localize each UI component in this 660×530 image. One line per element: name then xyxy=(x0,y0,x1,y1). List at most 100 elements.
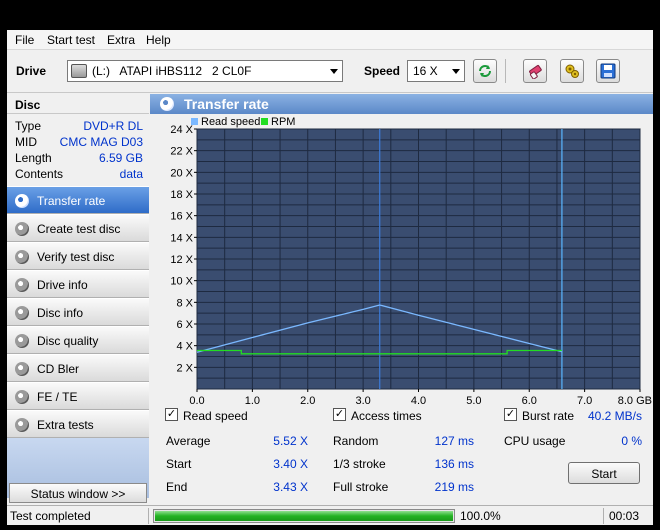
nav-fe-te[interactable]: FE / TE xyxy=(7,382,149,410)
read-speed-checkbox[interactable]: ✓ xyxy=(165,408,178,421)
menu-help[interactable]: Help xyxy=(146,33,171,47)
read-speed-label: Read speed xyxy=(183,409,248,423)
y-tick-label: 2 X xyxy=(176,362,193,374)
disc-info-row: Type DVD+R DL xyxy=(15,119,143,135)
menu-extra[interactable]: Extra xyxy=(107,33,135,47)
eraser-icon xyxy=(529,64,542,79)
burst-rate-label: Burst rate xyxy=(522,409,575,423)
burst-rate-value: 40.2 MB/s xyxy=(587,409,642,423)
y-tick-label: 22 X xyxy=(170,146,193,158)
disc-icon xyxy=(160,97,174,111)
nav-drive-info[interactable]: Drive info xyxy=(7,270,149,298)
disc-icon xyxy=(15,390,29,404)
speed-select[interactable]: 16 X xyxy=(407,60,465,82)
drive-select[interactable]: (L:) ATAPI iHBS112 2 CL0F xyxy=(67,60,343,82)
y-tick-label: 12 X xyxy=(170,254,193,266)
nav-disc-info[interactable]: Disc info xyxy=(7,298,149,326)
drive-icon xyxy=(71,64,87,78)
nav-label: Disc info xyxy=(37,306,84,320)
y-tick-label: 16 X xyxy=(170,211,193,223)
nav-disc-quality[interactable]: Disc quality xyxy=(7,326,149,354)
menu-bar: File Start test Extra Help xyxy=(7,30,653,50)
disc-info-key: Contents xyxy=(15,167,64,181)
y-tick-label: 6 X xyxy=(176,319,193,331)
refresh-icon xyxy=(479,65,491,77)
full-stroke-label: Full stroke xyxy=(333,480,389,494)
one-third-stroke-label: 1/3 stroke xyxy=(333,457,386,471)
y-tick-label: 4 X xyxy=(176,341,193,353)
y-tick-label: 20 X xyxy=(170,167,193,179)
disc-header: Disc xyxy=(7,94,149,114)
disc-icon xyxy=(15,418,29,432)
transfer-rate-panel: Transfer rate Read speed RPM 2 X4 X6 X8 … xyxy=(150,94,653,505)
x-tick-label: 7.0 xyxy=(577,395,592,404)
sidebar: Disc Type DVD+R DL MID CMC MAG D03 Lengt… xyxy=(7,94,149,505)
menu-start-test[interactable]: Start test xyxy=(47,33,95,47)
nav-cd-bler[interactable]: CD Bler xyxy=(7,354,149,382)
y-tick-label: 10 X xyxy=(170,276,193,288)
disc-info-value: DVD+R DL xyxy=(83,119,143,133)
disc-info-key: Type xyxy=(15,119,42,133)
disc-info-key: Length xyxy=(15,151,52,165)
random-label: Random xyxy=(333,434,379,448)
disc-info-value: 6.59 GB xyxy=(98,151,143,165)
access-times-checkbox[interactable]: ✓ xyxy=(333,408,346,421)
average-label: Average xyxy=(166,434,211,448)
statusbar-separator xyxy=(603,508,604,524)
end-speed-value: 3.43 X xyxy=(273,480,308,494)
disc-icon xyxy=(15,278,29,292)
disc-icon xyxy=(15,222,29,236)
cpu-usage-value: 0 % xyxy=(621,434,642,448)
status-window-button[interactable]: Status window >> xyxy=(9,483,147,503)
x-tick-label: 5.0 xyxy=(466,395,481,404)
start-speed-label: Start xyxy=(166,457,192,471)
options-button[interactable] xyxy=(560,59,584,83)
burst-rate-checkbox[interactable]: ✓ xyxy=(504,408,517,421)
nav-label: Drive info xyxy=(37,278,88,292)
status-bar: Test completed 100.0% 00:03 xyxy=(7,505,653,525)
nav-verify-test-disc[interactable]: Verify test disc xyxy=(7,242,149,270)
x-tick-label: 8.0 GB xyxy=(618,395,652,404)
drive-select-value: (L:) ATAPI iHBS112 2 CL0F xyxy=(92,64,252,78)
disc-info-row: MID CMC MAG D03 xyxy=(15,135,143,151)
refresh-button[interactable] xyxy=(473,59,497,83)
nav-extra-tests[interactable]: Extra tests xyxy=(7,410,149,438)
progress-bar xyxy=(153,509,455,523)
disc-info-key: MID xyxy=(15,135,37,149)
transfer-rate-chart: Read speed RPM 2 X4 X6 X8 X 10 X 12 X 14 X1… xyxy=(150,114,653,404)
gears-icon xyxy=(565,64,579,78)
full-stroke-value: 219 ms xyxy=(434,480,474,494)
erase-button[interactable] xyxy=(523,59,547,83)
x-tick-label: 6.0 xyxy=(522,395,537,404)
access-times-label: Access times xyxy=(351,409,422,423)
disc-icon xyxy=(15,334,29,348)
x-tick-label: 4.0 xyxy=(411,395,426,404)
panel-header: Transfer rate xyxy=(150,94,653,114)
chevron-down-icon xyxy=(330,69,338,74)
y-tick-label: 18 X xyxy=(170,189,193,201)
nav-label: CD Bler xyxy=(37,362,80,376)
average-value: 5.52 X xyxy=(273,434,308,448)
random-value: 127 ms xyxy=(434,434,474,448)
y-tick-label: 14 X xyxy=(170,232,193,244)
save-button[interactable] xyxy=(596,59,620,83)
menu-file[interactable]: File xyxy=(15,33,34,47)
elapsed-time: 00:03 xyxy=(609,509,640,523)
one-third-stroke-value: 136 ms xyxy=(434,457,474,471)
nav-label: Verify test disc xyxy=(37,250,115,264)
speed-select-value: 16 X xyxy=(413,64,438,78)
disc-icon xyxy=(15,194,29,208)
toolbar: Drive (L:) ATAPI iHBS112 2 CL0F Speed 16… xyxy=(7,51,653,93)
y-tick-label: 8 X xyxy=(176,297,193,309)
start-button[interactable]: Start xyxy=(568,462,640,484)
nav-transfer-rate[interactable]: Transfer rate xyxy=(7,186,149,214)
app-window: File Start test Extra Help Drive (L:) AT… xyxy=(7,30,653,525)
y-tick-label: 24 X xyxy=(170,124,193,136)
cpu-usage-label: CPU usage xyxy=(504,434,566,448)
statusbar-separator xyxy=(148,508,149,524)
nav-create-test-disc[interactable]: Create test disc xyxy=(7,214,149,242)
disc-info-value: data xyxy=(119,167,143,181)
disc-info-value: CMC MAG D03 xyxy=(59,135,143,149)
toolbar-separator xyxy=(505,59,506,83)
x-tick-label: 3.0 xyxy=(355,395,370,404)
